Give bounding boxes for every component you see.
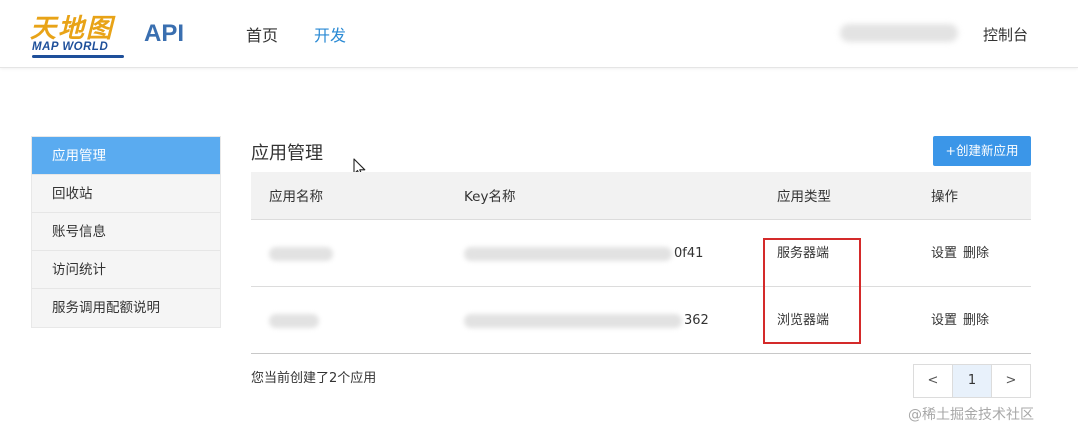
red-highlight-annotation	[763, 238, 861, 344]
table-header: 应用名称 Key名称 应用类型 操作	[251, 172, 1031, 220]
key-cell: 362	[464, 313, 709, 329]
prev-page-button[interactable]: <	[914, 365, 952, 397]
top-header: 天地图 MAP WORLD API 首页 开发 控制台	[0, 0, 1078, 68]
key-cell: 0f41	[464, 246, 703, 262]
pagination: < 1 >	[913, 364, 1031, 398]
table-row: 0f41 服务器端 设置 删除	[251, 220, 1031, 287]
sidebar: 应用管理 回收站 账号信息 访问统计 服务调用配额说明	[31, 136, 221, 328]
logo-chinese-text: 天地图	[30, 14, 115, 44]
table-row: 362 浏览器端 设置 删除	[251, 287, 1031, 354]
watermark: @稀土掘金技术社区	[908, 407, 1034, 423]
key-suffix: 362	[684, 313, 709, 328]
sidebar-item-account-info[interactable]: 账号信息	[32, 213, 220, 251]
settings-link[interactable]: 设置	[931, 313, 957, 328]
column-header-app-type: 应用类型	[777, 189, 831, 205]
settings-link[interactable]: 设置	[931, 246, 957, 261]
column-header-actions: 操作	[931, 189, 958, 205]
console-link[interactable]: 控制台	[983, 24, 1028, 45]
page-1-button[interactable]: 1	[952, 365, 992, 397]
column-header-app-name: 应用名称	[269, 189, 323, 205]
actions-cell: 设置 删除	[931, 246, 989, 262]
apps-table: 应用名称 Key名称 应用类型 操作 0f41 服务器端 设置 删除 362 浏览…	[251, 172, 1031, 354]
sidebar-item-recycle-bin[interactable]: 回收站	[32, 175, 220, 213]
logo-underline	[32, 55, 124, 58]
key-suffix: 0f41	[674, 246, 704, 261]
app-name-redacted	[269, 246, 333, 262]
tianditu-logo[interactable]: 天地图 MAP WORLD	[30, 8, 130, 60]
delete-link[interactable]: 删除	[963, 313, 989, 328]
page-title: 应用管理	[251, 143, 323, 164]
sidebar-item-quota-info[interactable]: 服务调用配额说明	[32, 289, 220, 327]
app-count-summary: 您当前创建了2个应用	[251, 371, 377, 386]
username-redacted[interactable]	[840, 24, 958, 42]
sidebar-item-access-stats[interactable]: 访问统计	[32, 251, 220, 289]
next-page-button[interactable]: >	[992, 365, 1030, 397]
api-label: API	[144, 20, 185, 47]
create-app-button[interactable]: +创建新应用	[933, 136, 1031, 166]
sidebar-item-app-management[interactable]: 应用管理	[32, 137, 220, 175]
nav-develop-link[interactable]: 开发	[314, 22, 346, 46]
nav-home-link[interactable]: 首页	[246, 22, 278, 46]
logo-english-text: MAP WORLD	[32, 41, 109, 53]
column-header-key-name: Key名称	[464, 189, 516, 205]
actions-cell: 设置 删除	[931, 313, 989, 329]
key-redacted	[464, 246, 672, 261]
delete-link[interactable]: 删除	[963, 246, 989, 261]
app-name-redacted	[269, 313, 319, 329]
key-redacted	[464, 313, 682, 328]
